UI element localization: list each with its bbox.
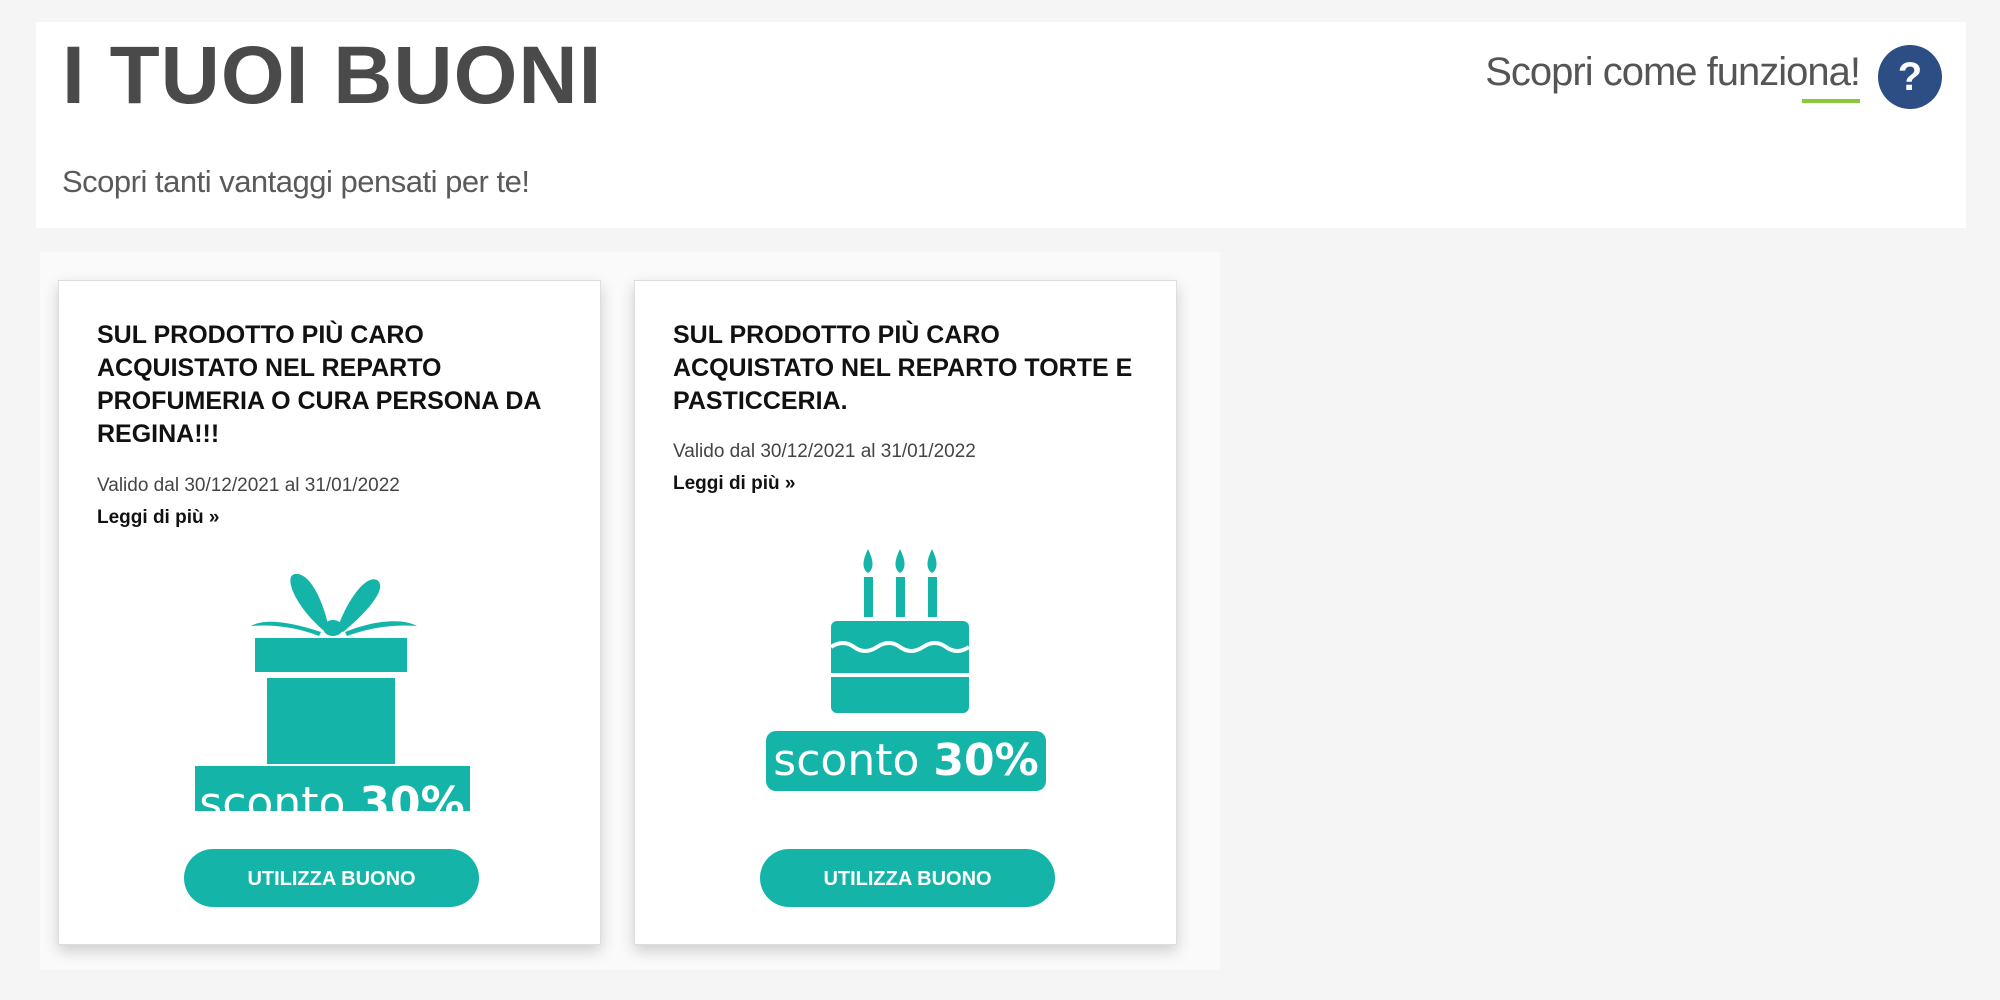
coupon-title: SUL PRODOTTO PIÙ CARO ACQUISTATO NEL REP… (97, 321, 541, 448)
coupon-validity: Valido dal 30/12/2021 al 31/01/2022 (673, 441, 976, 462)
svg-text:sconto 30%: sconto 30% (773, 735, 1038, 786)
page-title: I TUOI BUONI (62, 30, 603, 121)
link-underline (1802, 99, 1860, 103)
how-it-works-link[interactable]: Scopri come funziona! (1485, 50, 1861, 95)
coupon-title: SUL PRODOTTO PIÙ CARO ACQUISTATO NEL REP… (673, 321, 1133, 415)
discount-value: 30% (933, 735, 1038, 786)
discount-value: 30% (359, 778, 464, 811)
discount-word: sconto (199, 778, 345, 811)
svg-text:sconto 30%: sconto 30% (199, 778, 464, 811)
gift-icon (251, 573, 417, 764)
coupon-card: SUL PRODOTTO PIÙ CARO ACQUISTATO NEL REP… (58, 280, 601, 945)
help-button[interactable]: ? (1878, 45, 1942, 109)
coupon-validity: Valido dal 30/12/2021 al 31/01/2022 (97, 475, 400, 496)
read-more-link[interactable]: Leggi di più » (97, 507, 219, 529)
discount-word: sconto (773, 735, 919, 786)
page-subtitle: Scopri tanti vantaggi pensati per te! (62, 164, 530, 199)
use-coupon-button[interactable]: UTILIZZA BUONO (184, 849, 479, 907)
read-more-link[interactable]: Leggi di più » (673, 473, 795, 495)
coupon-image: sconto 30% (766, 549, 1046, 791)
birthday-cake-icon (829, 549, 971, 713)
use-coupon-button[interactable]: UTILIZZA BUONO (760, 849, 1055, 907)
coupon-card: SUL PRODOTTO PIÙ CARO ACQUISTATO NEL REP… (634, 280, 1177, 945)
coupon-image: sconto 30% (195, 573, 470, 811)
